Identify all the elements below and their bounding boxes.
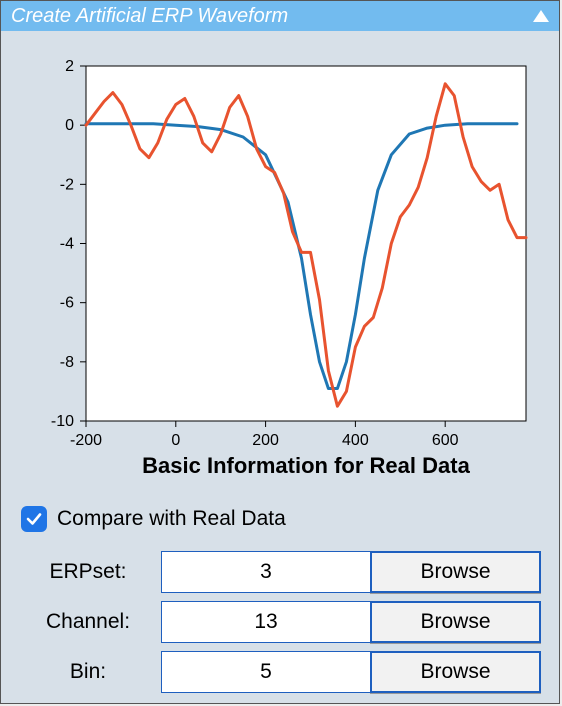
channel-value[interactable]: 13 (161, 601, 371, 643)
svg-text:400: 400 (342, 432, 369, 449)
erpset-label: ERPset: (21, 560, 161, 584)
erpset-value[interactable]: 3 (161, 551, 371, 593)
channel-label: Channel: (21, 610, 161, 634)
erp-panel: Create Artificial ERP Waveform -200 0 200 4… (0, 0, 560, 704)
channel-browse-button[interactable]: Browse (370, 601, 541, 643)
panel-titlebar[interactable]: Create Artificial ERP Waveform (1, 1, 559, 31)
svg-text:-200: -200 (70, 432, 102, 449)
svg-text:600: 600 (432, 432, 459, 449)
erp-plot: -200 0 200 400 600 -10 -8 -6 -4 -2 0 2 Basic Informa… (26, 51, 536, 491)
bin-value[interactable]: 5 (161, 651, 371, 693)
form-grid: ERPset: 3 Browse Channel: 13 Browse Bin:… (21, 549, 541, 695)
erpset-browse-button[interactable]: Browse (370, 551, 541, 593)
svg-text:0: 0 (171, 432, 180, 449)
compare-checkbox[interactable] (21, 506, 47, 532)
bin-browse-button[interactable]: Browse (370, 651, 541, 693)
svg-text:-8: -8 (60, 354, 74, 371)
compare-label: Compare with Real Data (57, 507, 286, 531)
collapse-icon[interactable] (533, 10, 549, 22)
bin-label: Bin: (21, 660, 161, 684)
svg-text:2: 2 (65, 58, 74, 75)
svg-text:-6: -6 (60, 295, 74, 312)
svg-text:-10: -10 (51, 413, 74, 430)
svg-text:0: 0 (65, 117, 74, 134)
svg-text:-2: -2 (60, 176, 74, 193)
svg-text:-4: -4 (60, 236, 74, 253)
svg-text:200: 200 (252, 432, 279, 449)
svg-text:Basic Information for Real Dat: Basic Information for Real Data (142, 453, 470, 478)
panel-title: Create Artificial ERP Waveform (11, 1, 288, 31)
